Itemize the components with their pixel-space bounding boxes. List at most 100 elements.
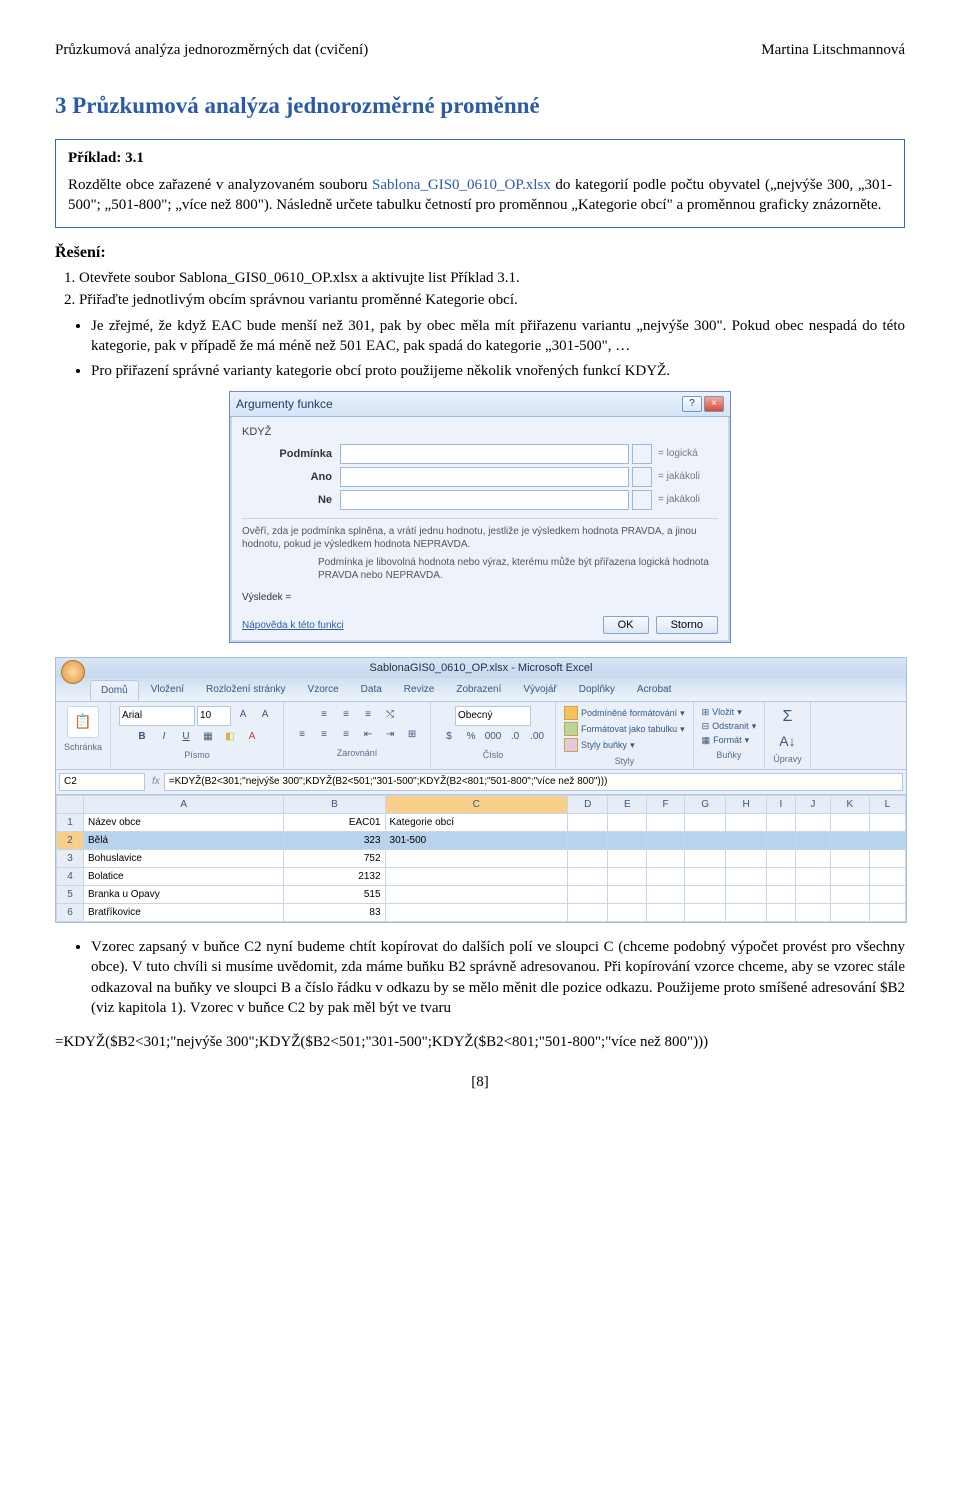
cell[interactable] [647, 868, 685, 886]
cell[interactable] [385, 868, 568, 886]
cell[interactable] [830, 832, 869, 850]
cell[interactable] [608, 814, 647, 832]
cell[interactable] [385, 886, 568, 904]
cell-styles-label[interactable]: Styly buňky [581, 739, 627, 751]
row-header[interactable]: 6 [57, 904, 84, 922]
cell[interactable] [608, 850, 647, 868]
format-cells-label[interactable]: Formát [713, 734, 742, 746]
cell[interactable] [766, 832, 795, 850]
ref-button-1[interactable] [632, 444, 652, 464]
row-header[interactable]: 1 [57, 814, 84, 832]
ribbon-tab-doplňky[interactable]: Doplňky [569, 680, 625, 701]
cell[interactable] [726, 886, 766, 904]
insert-cells-label[interactable]: Vložit [712, 706, 734, 718]
border-button[interactable]: ▦ [198, 728, 218, 746]
cell[interactable] [766, 814, 795, 832]
cell[interactable] [766, 868, 795, 886]
ribbon-tab-vývojář[interactable]: Vývojář [513, 680, 566, 701]
cell[interactable] [869, 886, 905, 904]
cell[interactable] [796, 850, 831, 868]
orientation-icon[interactable]: ⤭ [380, 706, 400, 724]
percent-icon[interactable]: % [461, 728, 481, 746]
format-cells-icon[interactable]: ▦ [702, 734, 711, 746]
col-header-B[interactable]: B [284, 796, 385, 814]
font-color-button[interactable]: A [242, 728, 262, 746]
cell[interactable] [608, 832, 647, 850]
inc-decimal-icon[interactable]: .0 [505, 728, 525, 746]
cell[interactable] [830, 814, 869, 832]
cell[interactable] [568, 832, 608, 850]
col-header-I[interactable]: I [766, 796, 795, 814]
cell[interactable]: 301-500 [385, 832, 568, 850]
cell[interactable] [684, 814, 726, 832]
dec-decimal-icon[interactable]: .00 [527, 728, 547, 746]
align-left-icon[interactable]: ≡ [292, 726, 312, 744]
cell[interactable] [830, 850, 869, 868]
col-header-G[interactable]: G [684, 796, 726, 814]
col-header-H[interactable]: H [726, 796, 766, 814]
cell[interactable] [869, 904, 905, 922]
cell[interactable]: Bělá [84, 832, 284, 850]
select-all-corner[interactable] [57, 796, 84, 814]
align-right-icon[interactable]: ≡ [336, 726, 356, 744]
row-header[interactable]: 5 [57, 886, 84, 904]
cell[interactable] [796, 904, 831, 922]
cell[interactable] [830, 904, 869, 922]
cell[interactable] [796, 886, 831, 904]
cell[interactable]: Kategorie obcí [385, 814, 568, 832]
cell[interactable] [684, 850, 726, 868]
cell[interactable]: Bohuslavice [84, 850, 284, 868]
cell[interactable]: 323 [284, 832, 385, 850]
col-header-D[interactable]: D [568, 796, 608, 814]
col-header-L[interactable]: L [869, 796, 905, 814]
fx-icon[interactable]: fx [152, 775, 160, 789]
cell[interactable] [726, 868, 766, 886]
currency-icon[interactable]: $ [439, 728, 459, 746]
cell[interactable] [869, 850, 905, 868]
grow-font-icon[interactable]: A [233, 706, 253, 724]
cell[interactable] [568, 814, 608, 832]
col-header-A[interactable]: A [84, 796, 284, 814]
name-box[interactable]: C2 [59, 773, 145, 791]
cell[interactable] [726, 904, 766, 922]
close-icon[interactable]: × [704, 396, 724, 412]
worksheet[interactable]: ABCDEFGHIJKL 1Název obceEAC01Kategorie o… [56, 795, 906, 922]
col-header-E[interactable]: E [608, 796, 647, 814]
cell[interactable]: 515 [284, 886, 385, 904]
paste-button[interactable]: 📋 [67, 706, 99, 738]
cell[interactable] [796, 832, 831, 850]
help-icon[interactable]: ? [682, 396, 702, 412]
cell[interactable] [608, 886, 647, 904]
fill-color-button[interactable]: ◧ [220, 728, 240, 746]
cell[interactable] [766, 850, 795, 868]
ref-button-3[interactable] [632, 490, 652, 510]
cell[interactable] [684, 868, 726, 886]
cell-styles-icon[interactable] [564, 738, 578, 752]
cell[interactable] [647, 832, 685, 850]
ribbon-tab-domů[interactable]: Domů [90, 680, 139, 701]
format-table-icon[interactable] [564, 722, 578, 736]
cell[interactable] [830, 868, 869, 886]
cell[interactable] [608, 868, 647, 886]
font-size-select[interactable] [197, 706, 231, 726]
cell[interactable]: Bratříkovice [84, 904, 284, 922]
cell[interactable] [869, 832, 905, 850]
ribbon-tab-zobrazení[interactable]: Zobrazení [446, 680, 511, 701]
cell[interactable] [766, 886, 795, 904]
cell[interactable] [647, 886, 685, 904]
cell[interactable] [726, 832, 766, 850]
delete-cells-icon[interactable]: ⊟ [702, 720, 710, 732]
ref-button-2[interactable] [632, 467, 652, 487]
number-format-select[interactable] [455, 706, 531, 726]
ribbon-tab-vzorce[interactable]: Vzorce [298, 680, 349, 701]
shrink-font-icon[interactable]: A [255, 706, 275, 724]
ne-input[interactable] [340, 490, 629, 510]
indent-dec-icon[interactable]: ⇤ [358, 726, 378, 744]
delete-cells-label[interactable]: Odstranit [712, 720, 749, 732]
cell[interactable] [869, 868, 905, 886]
insert-cells-icon[interactable]: ⊞ [702, 706, 710, 718]
ano-input[interactable] [340, 467, 629, 487]
row-header[interactable]: 2 [57, 832, 84, 850]
ribbon-tab-acrobat[interactable]: Acrobat [627, 680, 681, 701]
cell[interactable] [766, 904, 795, 922]
